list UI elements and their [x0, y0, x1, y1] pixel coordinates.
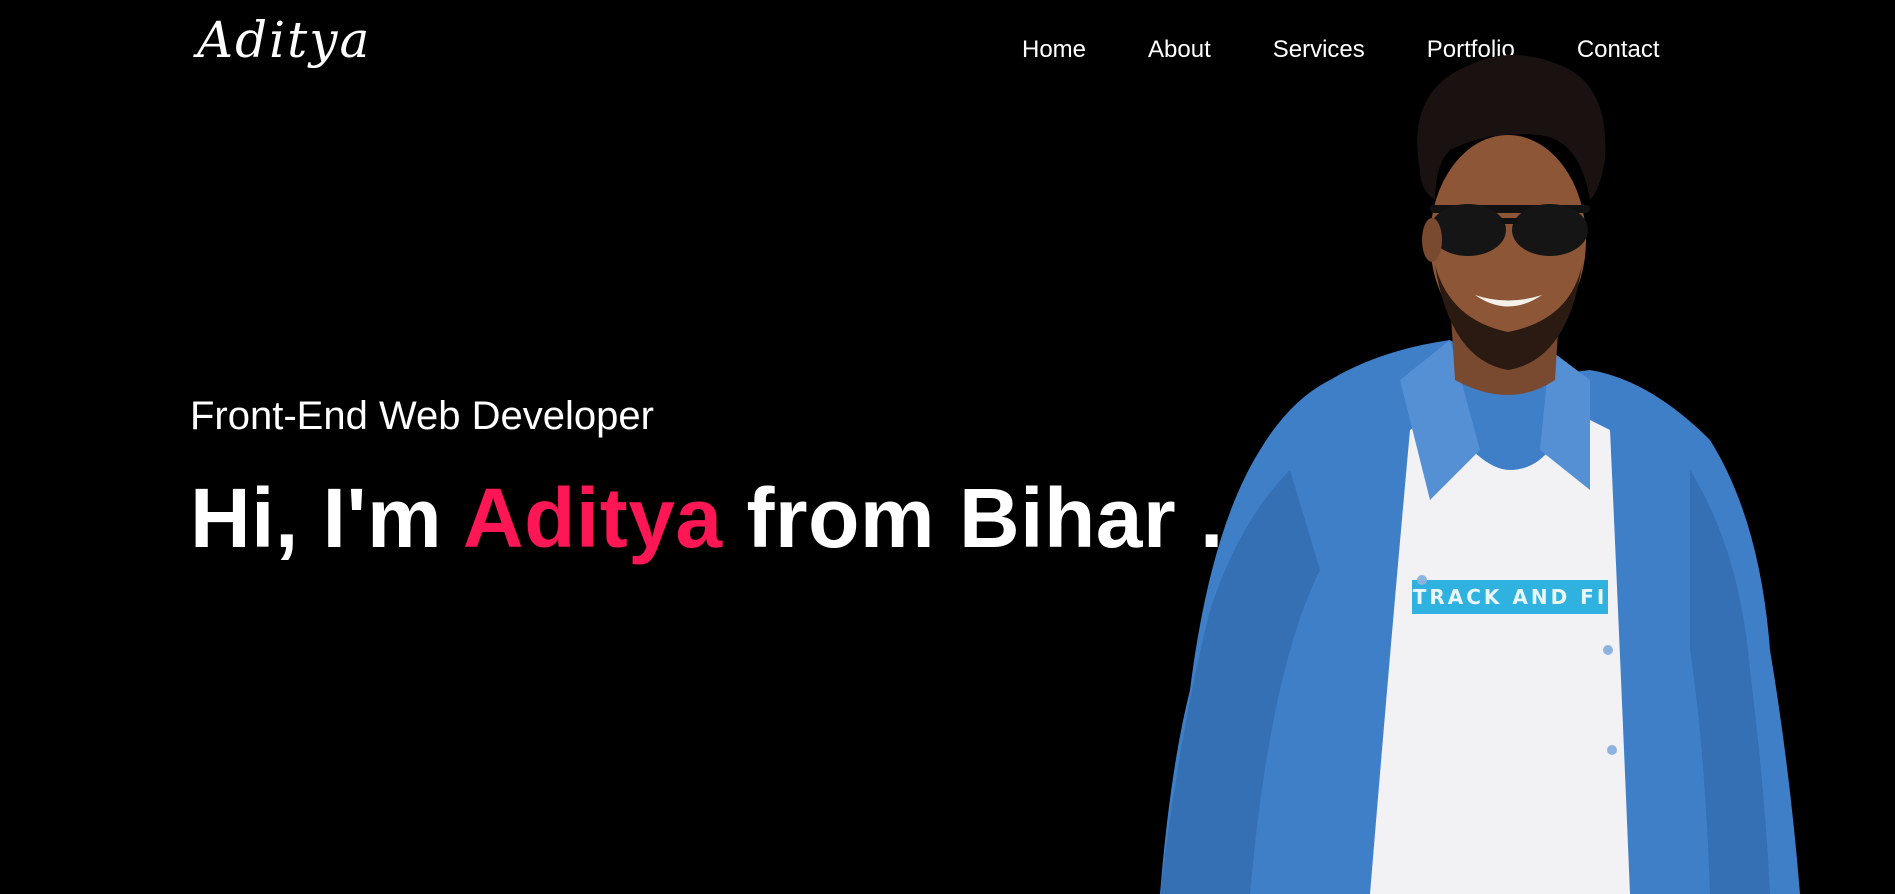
shirt-print-text: TRACK AND FI	[1413, 585, 1608, 609]
hero-title: Hi, I'm Aditya from Bihar .	[190, 470, 1224, 567]
profile-photo: TRACK AND FI	[1160, 55, 1800, 894]
t-shirt	[1370, 410, 1630, 894]
hero-title-name: Aditya	[462, 471, 723, 565]
site-logo[interactable]: Aditya	[197, 10, 371, 70]
page: Aditya Home About Services Portfolio Con…	[0, 0, 1895, 894]
hero-title-prefix: Hi, I'm	[190, 471, 463, 565]
hero-subtitle: Front-End Web Developer	[190, 394, 654, 438]
nav-home[interactable]: Home	[1022, 36, 1086, 64]
hero-title-suffix: from Bihar .	[722, 471, 1224, 565]
